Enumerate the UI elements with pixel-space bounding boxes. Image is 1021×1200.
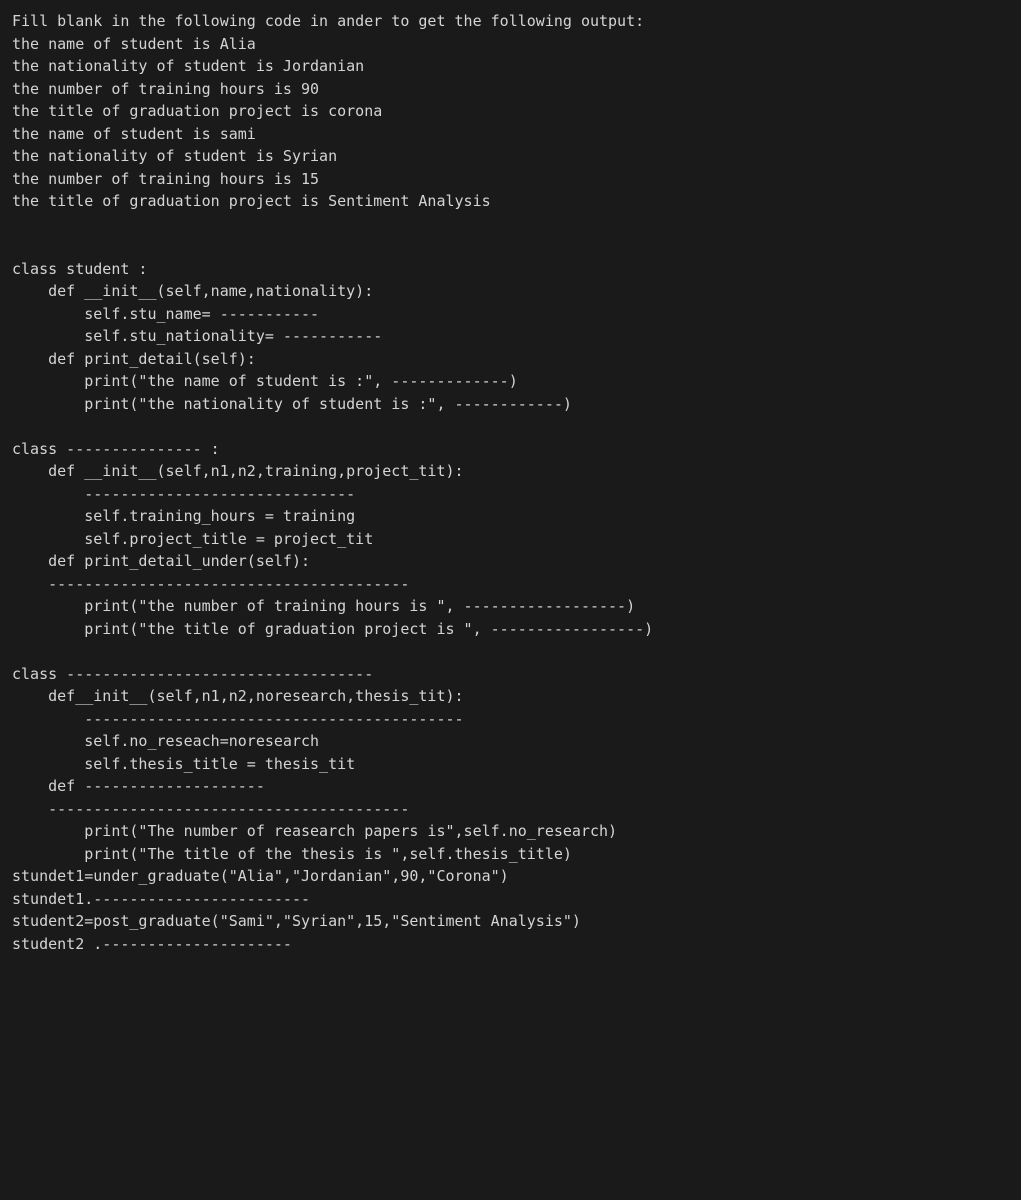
code-content: Fill blank in the following code in ande… <box>12 10 1009 955</box>
line-20: class --------------- : <box>12 440 220 458</box>
line-37: print("The number of reasearch papers is… <box>12 822 617 840</box>
line-16: def print_detail(self): <box>12 350 256 368</box>
line-2: the name of student is Alia <box>12 35 256 53</box>
line-1: Fill blank in the following code in ande… <box>12 12 644 30</box>
line-28: print("the title of graduation project i… <box>12 620 653 638</box>
line-18: print("the nationality of student is :",… <box>12 395 572 413</box>
line-21: def __init__(self,n1,n2,training,project… <box>12 462 464 480</box>
line-38: print("The title of the thesis is ",self… <box>12 845 572 863</box>
line-5: the title of graduation project is coron… <box>12 102 382 120</box>
line-13: def __init__(self,name,nationality): <box>12 282 373 300</box>
line-34: self.thesis_title = thesis_tit <box>12 755 355 773</box>
line-24: self.project_title = project_tit <box>12 530 373 548</box>
line-36: ---------------------------------------- <box>12 800 409 818</box>
line-40: stundet1.------------------------ <box>12 890 310 908</box>
line-30: class ---------------------------------- <box>12 665 373 683</box>
line-32: ----------------------------------------… <box>12 710 464 728</box>
line-8: the number of training hours is 15 <box>12 170 319 188</box>
line-3: the nationality of student is Jordanian <box>12 57 364 75</box>
line-31: def__init__(self,n1,n2,noresearch,thesis… <box>12 687 464 705</box>
line-7: the nationality of student is Syrian <box>12 147 337 165</box>
line-39: stundet1=under_graduate("Alia","Jordania… <box>12 867 509 885</box>
line-23: self.training_hours = training <box>12 507 355 525</box>
line-14: self.stu_name= ----------- <box>12 305 319 323</box>
line-22: ------------------------------ <box>12 485 355 503</box>
line-27: print("the number of training hours is "… <box>12 597 635 615</box>
line-35: def -------------------- <box>12 777 265 795</box>
line-25: def print_detail_under(self): <box>12 552 310 570</box>
line-4: the number of training hours is 90 <box>12 80 319 98</box>
line-12: class student : <box>12 260 147 278</box>
line-41: student2=post_graduate("Sami","Syrian",1… <box>12 912 581 930</box>
line-6: the name of student is sami <box>12 125 256 143</box>
line-15: self.stu_nationality= ----------- <box>12 327 382 345</box>
line-42: student2 .--------------------- <box>12 935 292 953</box>
line-26: ---------------------------------------- <box>12 575 409 593</box>
line-9: the title of graduation project is Senti… <box>12 192 491 210</box>
line-17: print("the name of student is :", ------… <box>12 372 518 390</box>
line-33: self.no_reseach=noresearch <box>12 732 319 750</box>
